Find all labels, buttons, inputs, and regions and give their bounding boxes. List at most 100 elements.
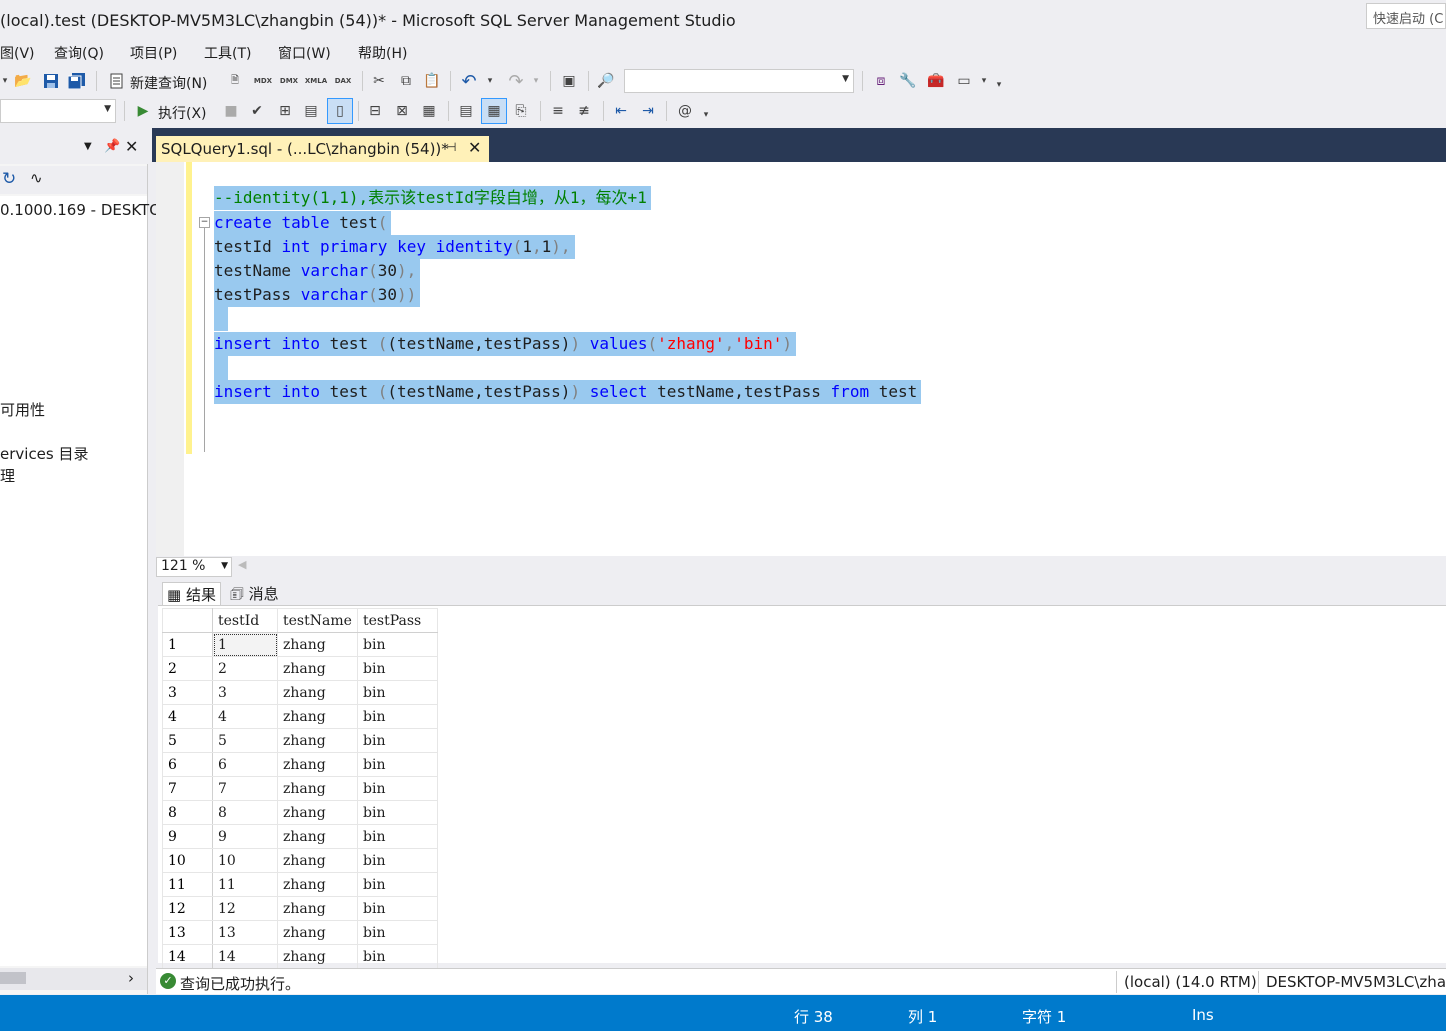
- table-cell[interactable]: 8: [212, 800, 278, 825]
- open-folder-icon[interactable]: 📂: [12, 70, 34, 92]
- table-row[interactable]: 6 6 zhang bin: [162, 752, 438, 777]
- execute-play-icon[interactable]: ▶: [132, 100, 154, 122]
- cut-icon[interactable]: ✂: [368, 70, 390, 92]
- uncomment-lines-icon[interactable]: ≢: [573, 100, 595, 122]
- table-row[interactable]: 3 3 zhang bin: [162, 680, 438, 705]
- column-header[interactable]: testPass: [357, 608, 438, 633]
- command-window-icon[interactable]: ▭: [953, 70, 975, 92]
- table-cell[interactable]: 13: [212, 920, 278, 945]
- find-in-files-icon[interactable]: 🔎: [595, 70, 617, 92]
- save-all-icon[interactable]: [66, 70, 88, 92]
- redo-icon[interactable]: ↷: [505, 70, 527, 92]
- table-cell[interactable]: bin: [357, 728, 438, 753]
- close-icon[interactable]: ✕: [125, 137, 138, 156]
- results-to-grid-icon[interactable]: ▦: [481, 98, 507, 124]
- table-cell[interactable]: zhang: [277, 680, 358, 705]
- row-number-cell[interactable]: 8: [162, 800, 213, 825]
- object-explorer-horizontal-scrollbar[interactable]: ›: [0, 968, 147, 990]
- row-number-cell[interactable]: 11: [162, 872, 213, 897]
- table-row[interactable]: 2 2 zhang bin: [162, 656, 438, 681]
- comment-lines-icon[interactable]: ≡: [547, 100, 569, 122]
- menu-query[interactable]: 查询(Q): [54, 43, 104, 63]
- menu-view[interactable]: 图(V): [0, 43, 35, 63]
- close-tab-icon[interactable]: ✕: [468, 138, 481, 157]
- table-cell[interactable]: bin: [357, 800, 438, 825]
- new-query-icon[interactable]: [106, 70, 128, 92]
- row-number-cell[interactable]: 7: [162, 776, 213, 801]
- copy-icon[interactable]: ⧉: [395, 70, 417, 92]
- table-cell[interactable]: bin: [357, 704, 438, 729]
- column-header[interactable]: testName: [277, 608, 358, 633]
- window-position-dropdown-icon[interactable]: ▼: [84, 141, 92, 152]
- row-number-cell[interactable]: 3: [162, 680, 213, 705]
- table-cell[interactable]: 5: [212, 728, 278, 753]
- intellisense-toggle-icon[interactable]: ▯: [327, 98, 353, 124]
- dax-query-icon[interactable]: DAX: [332, 70, 354, 92]
- query-options-icon[interactable]: ▤: [300, 100, 322, 122]
- parse-checkmark-icon[interactable]: ✔: [246, 100, 268, 122]
- table-cell[interactable]: bin: [357, 920, 438, 945]
- row-number-cell[interactable]: 4: [162, 704, 213, 729]
- decrease-indent-icon[interactable]: ⇤: [610, 100, 632, 122]
- table-cell[interactable]: zhang: [277, 848, 358, 873]
- available-databases-select[interactable]: ▼: [0, 99, 116, 123]
- table-cell[interactable]: bin: [357, 680, 438, 705]
- table-cell[interactable]: 2: [212, 656, 278, 681]
- table-cell[interactable]: bin: [357, 776, 438, 801]
- dropdown-arrow-icon[interactable]: ▾: [0, 70, 10, 92]
- table-cell[interactable]: zhang: [277, 896, 358, 921]
- row-number-cell[interactable]: 13: [162, 920, 213, 945]
- execute-button[interactable]: 执行(X): [158, 103, 207, 123]
- results-grid[interactable]: testId testName testPass 1 1 zhang bin 2 2 zha…: [158, 605, 1446, 969]
- table-cell[interactable]: bin: [357, 656, 438, 681]
- table-cell[interactable]: 9: [212, 824, 278, 849]
- table-row[interactable]: 12 12 zhang bin: [162, 896, 438, 921]
- table-cell[interactable]: 14: [212, 944, 278, 969]
- table-cell[interactable]: bin: [357, 872, 438, 897]
- undo-icon[interactable]: ↶: [458, 70, 480, 92]
- specify-template-values-icon[interactable]: @: [674, 100, 696, 122]
- table-row[interactable]: 11 11 zhang bin: [162, 872, 438, 897]
- zoom-select[interactable]: 121 % ▼: [156, 557, 232, 577]
- table-cell[interactable]: bin: [357, 752, 438, 777]
- paste-icon[interactable]: 📋: [421, 70, 443, 92]
- table-row[interactable]: 5 5 zhang bin: [162, 728, 438, 753]
- row-number-cell[interactable]: 2: [162, 656, 213, 681]
- menu-help[interactable]: 帮助(H): [358, 43, 407, 63]
- cancel-query-icon[interactable]: ■: [220, 100, 242, 122]
- refresh-icon[interactable]: ↻: [2, 169, 16, 189]
- solution-explorer-icon[interactable]: ⧈: [870, 70, 892, 92]
- tree-node-availability[interactable]: 可用性: [0, 399, 45, 420]
- database-engine-query-icon[interactable]: 🗎: [224, 70, 246, 92]
- xmla-query-icon[interactable]: XMLA: [305, 70, 327, 92]
- quick-launch-input[interactable]: 快速启动 (C: [1366, 3, 1446, 29]
- dmx-query-icon[interactable]: DMX: [278, 70, 300, 92]
- save-icon[interactable]: [40, 70, 62, 92]
- table-row[interactable]: 1 1 zhang bin: [162, 632, 438, 657]
- table-cell[interactable]: zhang: [277, 776, 358, 801]
- menu-tools[interactable]: 工具(T): [204, 43, 251, 63]
- results-to-file-icon[interactable]: ⎘: [510, 100, 532, 122]
- menu-window[interactable]: 窗口(W): [278, 43, 331, 63]
- table-row[interactable]: 7 7 zhang bin: [162, 776, 438, 801]
- table-row[interactable]: 13 13 zhang bin: [162, 920, 438, 945]
- table-row[interactable]: 14 14 zhang bin: [162, 944, 438, 969]
- mdx-query-icon[interactable]: MDX: [252, 70, 274, 92]
- table-cell[interactable]: zhang: [277, 944, 358, 969]
- table-cell[interactable]: bin: [357, 944, 438, 969]
- include-actual-plan-icon[interactable]: ⊟: [364, 100, 386, 122]
- table-cell[interactable]: 4: [212, 704, 278, 729]
- row-number-cell[interactable]: 5: [162, 728, 213, 753]
- table-cell[interactable]: 6: [212, 752, 278, 777]
- row-number-cell[interactable]: 9: [162, 824, 213, 849]
- tab-sqlquery1[interactable]: SQLQuery1.sql - (...LC\zhangbin (54))* ⊣…: [156, 136, 489, 162]
- toolbar-overflow-icon[interactable]: ▾: [700, 104, 712, 126]
- table-cell[interactable]: bin: [357, 848, 438, 873]
- live-query-statistics-icon[interactable]: ⊠: [391, 100, 413, 122]
- tree-node-integration-services[interactable]: ervices 目录: [0, 443, 89, 464]
- client-statistics-icon[interactable]: ▦: [418, 100, 440, 122]
- activity-monitor-icon[interactable]: ▣: [558, 70, 580, 92]
- table-cell[interactable]: zhang: [277, 704, 358, 729]
- increase-indent-icon[interactable]: ⇥: [637, 100, 659, 122]
- new-query-button[interactable]: 新建查询(N): [130, 73, 207, 93]
